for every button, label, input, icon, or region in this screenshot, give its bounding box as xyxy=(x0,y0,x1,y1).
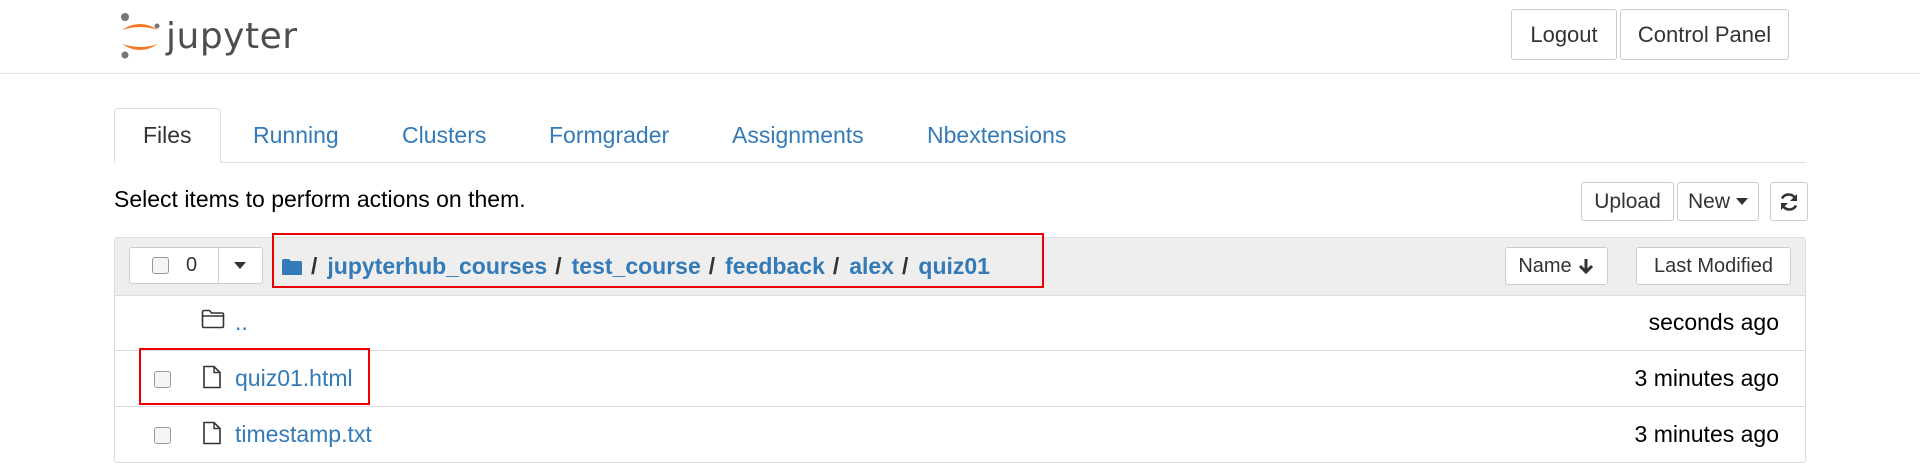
select-all-area[interactable]: 0 xyxy=(130,248,219,283)
tab-running[interactable]: Running xyxy=(253,108,339,162)
select-all-checkbox[interactable] xyxy=(152,257,169,274)
sort-by-name-button[interactable]: Name xyxy=(1505,247,1608,285)
breadcrumb-highlight-box xyxy=(272,233,1044,288)
file-icon xyxy=(203,421,221,445)
item-name-link[interactable]: timestamp.txt xyxy=(235,421,372,448)
caret-down-icon xyxy=(234,262,246,269)
folder-outline-icon xyxy=(201,309,225,329)
file-highlight-box xyxy=(139,348,370,405)
new-button-label: New xyxy=(1687,189,1730,213)
jupyter-logo[interactable]: jupyter xyxy=(118,8,298,64)
instructions-text: Select items to perform actions on them. xyxy=(114,186,526,212)
sort-name-label: Name xyxy=(1518,254,1572,277)
control-panel-button[interactable]: Control Panel xyxy=(1620,9,1789,60)
select-dropdown-button[interactable] xyxy=(218,248,262,283)
tab-clusters[interactable]: Clusters xyxy=(402,108,486,162)
tab-formgrader[interactable]: Formgrader xyxy=(549,108,669,162)
arrow-down-icon xyxy=(1578,259,1593,275)
sort-by-last-modified-button[interactable]: Last Modified xyxy=(1636,247,1791,285)
header-bar: jupyter Logout Control Panel xyxy=(0,0,1920,74)
select-all-control: 0 xyxy=(129,247,263,284)
item-name-link[interactable]: .. xyxy=(235,309,248,336)
refresh-icon xyxy=(1780,192,1798,211)
list-item[interactable]: timestamp.txt 3 minutes ago xyxy=(115,407,1805,462)
caret-down-icon xyxy=(1736,198,1748,205)
tab-assignments[interactable]: Assignments xyxy=(732,108,864,162)
upload-button[interactable]: Upload xyxy=(1581,182,1674,221)
selected-count: 0 xyxy=(186,254,198,276)
tab-nbextensions[interactable]: Nbextensions xyxy=(927,108,1066,162)
jupyter-logo-icon xyxy=(121,13,160,59)
item-checkbox[interactable] xyxy=(154,427,171,444)
refresh-button[interactable] xyxy=(1770,182,1808,221)
item-modified-time: 3 minutes ago xyxy=(1634,365,1779,391)
logo-text: jupyter xyxy=(166,15,298,57)
tab-files[interactable]: Files xyxy=(114,108,221,163)
item-modified-time: 3 minutes ago xyxy=(1634,421,1779,447)
list-item[interactable]: .. seconds ago xyxy=(115,295,1805,351)
new-dropdown-button[interactable]: New xyxy=(1677,182,1759,221)
logout-button[interactable]: Logout xyxy=(1511,9,1617,60)
main-tabs: Files Running Clusters Formgrader Assign… xyxy=(114,108,1806,163)
item-modified-time: seconds ago xyxy=(1648,309,1779,335)
